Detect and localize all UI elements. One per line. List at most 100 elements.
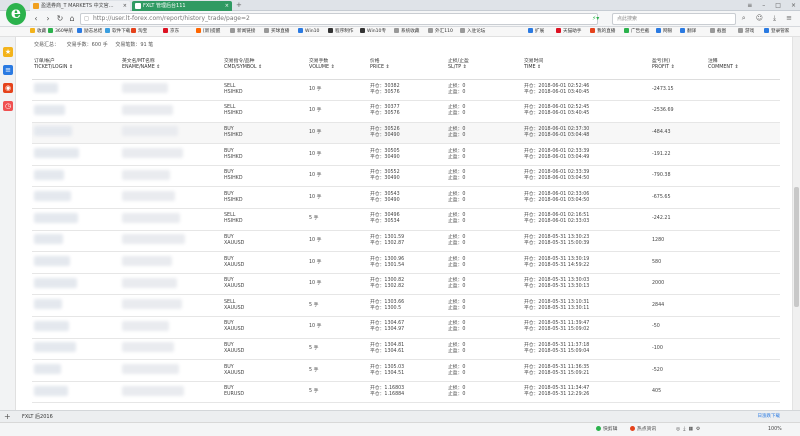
bookmark-item[interactable]: 外汇110 bbox=[428, 28, 453, 36]
weibo-icon[interactable]: ◉ bbox=[3, 83, 13, 93]
more-icon[interactable]: ≡ bbox=[786, 14, 792, 23]
bookmark-right-item[interactable]: 广告拦截 bbox=[624, 28, 649, 36]
search-input[interactable]: 点此搜索 bbox=[612, 13, 736, 25]
bottom-tab[interactable]: FXLT 后2016 bbox=[22, 412, 53, 422]
download-icon[interactable]: ⤓ bbox=[773, 14, 776, 23]
cell-volume: 5 手 bbox=[307, 294, 368, 318]
cell-profit: 580 bbox=[650, 251, 706, 274]
bookmark-item[interactable]: 系统收藏 bbox=[394, 28, 419, 36]
col-profit[interactable]: 盈亏(利) PROFIT ⇕ bbox=[650, 57, 706, 80]
bookmark-item[interactable]: 入驻论坛 bbox=[460, 28, 485, 36]
search-icon[interactable]: ⌕ bbox=[742, 14, 746, 23]
list-icon[interactable]: ≡ bbox=[3, 65, 13, 75]
status-item-news[interactable]: 热点资讯 bbox=[630, 426, 656, 434]
bookmark-item[interactable]: [新]提醒 bbox=[196, 28, 220, 36]
table-row[interactable]: BUY XAUUSD 10 手开仓：1300.82 平仓：1302.82 止损：0 止盈：… bbox=[32, 273, 780, 296]
cell-sltp: 止损：0 止盈：0 bbox=[446, 381, 522, 404]
table-row[interactable]: SELL XAUUSD 5 手开仓：1303.66 平仓：1300.5 止损：0 止盈：0… bbox=[32, 294, 780, 318]
status-item-kuaijianji[interactable]: 快剪辑 bbox=[596, 426, 617, 434]
redacted-block bbox=[34, 342, 76, 353]
bookmark-item[interactable]: 京东 bbox=[163, 28, 179, 36]
clock-icon[interactable]: ◷ bbox=[3, 101, 13, 111]
settings-icon[interactable]: ⚙ bbox=[696, 427, 700, 432]
close-icon[interactable]: × bbox=[225, 1, 229, 11]
close-icon[interactable]: × bbox=[123, 1, 127, 11]
col-ticket[interactable]: 订单/帐户 TICKET/LOGIN ⇕ bbox=[32, 57, 120, 80]
bookmark-right-item[interactable]: 游戏 bbox=[738, 28, 754, 36]
bookmark-item[interactable]: Win10专 bbox=[360, 28, 386, 36]
site-icon bbox=[163, 28, 168, 33]
redacted-block bbox=[122, 169, 170, 180]
refresh-button[interactable]: ↻ bbox=[54, 13, 66, 25]
bookmark-item[interactable]: 淘宝 bbox=[131, 28, 147, 36]
home-button[interactable]: ⌂ bbox=[66, 13, 78, 25]
col-time[interactable]: 交易时间 TIME ⇕ bbox=[522, 57, 650, 80]
forward-button[interactable]: › bbox=[42, 13, 54, 25]
page-scrollbar[interactable] bbox=[792, 37, 800, 413]
bookmark-right-item[interactable]: 我的直播 bbox=[590, 28, 615, 36]
table-row[interactable]: BUY HSIHKD 10 手开仓：30505 平仓：30490 止损：0 止盈：0 开仓：… bbox=[32, 143, 780, 166]
bookmark-item[interactable]: 买球直播 bbox=[264, 28, 289, 36]
maximize-icon[interactable]: □ bbox=[775, 0, 781, 11]
star-icon[interactable]: ★ bbox=[3, 47, 13, 57]
scrollbar-thumb[interactable] bbox=[794, 187, 799, 307]
bookmark-right-item[interactable]: 网银 bbox=[656, 28, 672, 36]
col-volume[interactable]: 交易手数 VOLUME ⇕ bbox=[307, 57, 368, 80]
bookmark-item[interactable]: 程序制作 bbox=[328, 28, 353, 36]
download-icon[interactable]: ⤓ bbox=[683, 427, 685, 432]
new-tab-button[interactable]: + bbox=[236, 1, 242, 10]
table-row[interactable]: SELL HSIHKD 10 手开仓：30382 平仓：30576 止损：0 止盈：0 开仓… bbox=[32, 79, 780, 102]
bookmark-right-item[interactable]: 截图 bbox=[710, 28, 726, 36]
minimize-icon[interactable]: – bbox=[762, 0, 765, 11]
gamepad-icon bbox=[738, 28, 743, 33]
table-row[interactable]: BUY HSIHKD 10 手开仓：30526 平仓：30490 止损：0 止盈：0 开仓：… bbox=[32, 122, 780, 145]
table-row[interactable]: BUY XAUUSD 5 手开仓：1305.03 平仓：1304.51 止损：0 止盈：0… bbox=[32, 359, 780, 382]
bookmark-item[interactable]: 360导航 bbox=[48, 28, 73, 36]
bookmark-right-item[interactable]: 登录管家 bbox=[764, 28, 789, 36]
col-name[interactable]: 英文名/MT名称 ENAME/NAME ⇕ bbox=[120, 57, 222, 80]
col-price[interactable]: 价格 PRICE ⇕ bbox=[368, 57, 446, 80]
bookmark-item[interactable]: 励志总结 bbox=[77, 28, 102, 36]
bookmark-item[interactable]: 软件下载 bbox=[105, 28, 130, 36]
table-row[interactable]: BUY XAUUSD 5 手开仓：1304.81 平仓：1304.61 止损：0 止盈：0… bbox=[32, 338, 780, 361]
bookmark-item[interactable]: 新闻链接 bbox=[230, 28, 255, 36]
close-window-icon[interactable]: × bbox=[791, 0, 796, 11]
cell-profit: -100 bbox=[650, 338, 706, 361]
back-button[interactable]: ‹ bbox=[30, 13, 42, 25]
tab-fxlt-admin[interactable]: FXLT 管理后台111 × bbox=[132, 1, 232, 11]
user-icon[interactable]: ☺ bbox=[756, 14, 763, 23]
cell-comment bbox=[706, 273, 780, 296]
cell-volume: 10 手 bbox=[307, 143, 368, 166]
site-icon bbox=[590, 28, 595, 33]
bookmark-item[interactable]: Win10 bbox=[298, 28, 319, 36]
url-input[interactable]: ◻ http://user.lt-forex.com/report/histor… bbox=[80, 13, 598, 25]
col-cmd[interactable]: 交易指令/品种 CMD/SYMBOL ⇕ bbox=[222, 57, 307, 80]
table-row[interactable]: BUY XAUUSD 10 手开仓：1304.67 平仓：1304.97 止损：0 止盈：… bbox=[32, 316, 780, 339]
zoom-level[interactable]: 100% bbox=[768, 426, 782, 434]
bookmark-right-item[interactable]: 翻译 bbox=[680, 28, 696, 36]
cell-name bbox=[120, 251, 222, 274]
table-row[interactable]: BUY XAUUSD 10 手开仓：1301.59 平仓：1302.87 止损：0 止盈：… bbox=[32, 230, 780, 253]
table-row[interactable]: BUY HSIHKD 10 手开仓：30552 平仓：30490 止损：0 止盈：0 开仓：… bbox=[32, 165, 780, 188]
lightning-icon[interactable]: ⚡▾ bbox=[592, 15, 599, 22]
cell-comment bbox=[706, 79, 780, 102]
menu-icon[interactable]: ≡ bbox=[747, 0, 752, 11]
table-row[interactable]: BUY EURUSD 5 手开仓：1.16803 平仓：1.16884 止损：0 止盈：0… bbox=[32, 381, 780, 404]
bookmark-item[interactable]: 收藏 bbox=[30, 28, 46, 36]
table-row[interactable]: BUY HSIHKD 10 手开仓：30543 平仓：30490 止损：0 止盈：0 开仓：… bbox=[32, 186, 780, 210]
col-sltp[interactable]: 止损/止盈 SL/TP ⇕ bbox=[446, 57, 522, 80]
cell-cmd: BUY EURUSD bbox=[222, 381, 307, 404]
col-comment[interactable]: 注释 COMMENT ⇕ bbox=[706, 57, 780, 80]
redacted-block bbox=[34, 385, 68, 396]
sound-icon[interactable]: ◎ bbox=[676, 427, 680, 432]
table-row[interactable]: SELL HSIHKD 10 手开仓：30377 平仓：30576 止损：0 止盈：0 开仓… bbox=[32, 100, 780, 123]
grid-icon[interactable]: ▦ bbox=[688, 427, 693, 432]
table-row[interactable]: SELL HSIHKD 5 手开仓：30496 平仓：30534 止损：0 止盈：0 开仓：… bbox=[32, 208, 780, 231]
bookmark-right-item[interactable]: 扩展 bbox=[528, 28, 544, 36]
tab-tmarkets[interactable]: 盈透券商_T MARKETS 中文官… × bbox=[30, 1, 130, 11]
bottom-hint[interactable]: 日涨跌下载 bbox=[758, 413, 781, 419]
add-icon[interactable]: + bbox=[4, 411, 11, 422]
cell-price: 开仓：30543 平仓：30490 bbox=[368, 186, 446, 210]
bookmark-right-item[interactable]: 天猫助手 bbox=[556, 28, 581, 36]
table-row[interactable]: BUY XAUUSD 10 手开仓：1300.96 平仓：1301.54 止损：0 止盈：… bbox=[32, 251, 780, 274]
